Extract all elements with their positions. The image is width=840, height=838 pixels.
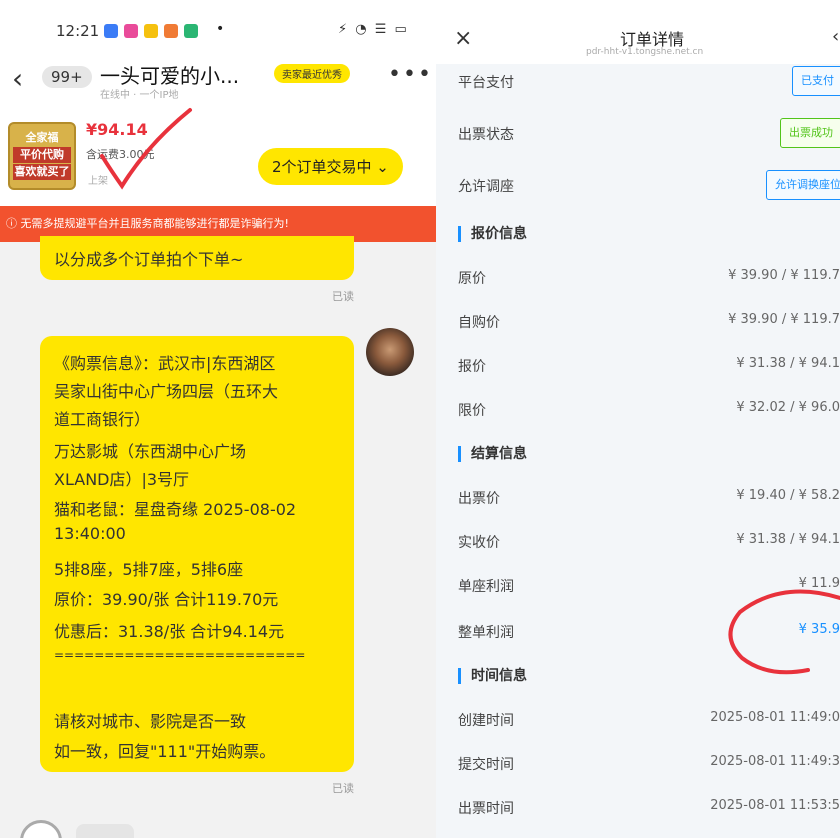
section-title: 结算信息 <box>458 446 527 462</box>
row-value: ¥ 31.38 / ¥ 94.1 <box>736 532 840 547</box>
detail-row: 出票价 ¥ 19.40 / ¥ 58.2 <box>436 476 840 520</box>
read-receipt: 已读 <box>332 290 354 303</box>
detail-row: 允许调座 允许调换座位 <box>436 164 840 208</box>
app-notification-icon <box>184 24 198 38</box>
detail-row: 原价 ¥ 39.90 / ¥ 119.7 <box>436 256 840 300</box>
row-label: 整单利润 <box>458 625 514 641</box>
message-bubble: 以分成多个订单拍个下单~ <box>40 236 354 280</box>
message-line: 《购票信息》：武汉市|东西湖区 <box>54 354 276 373</box>
circle-annotation-icon <box>728 589 840 675</box>
row-label: 限价 <box>458 403 486 419</box>
message-line: 如一致，回复"111"开始购票。 <box>54 742 276 761</box>
product-card[interactable]: 全家福 平价代购 喜欢就买了 ¥94.14 含运费3.00元 上架 2个订单交易… <box>0 110 436 206</box>
thumb-line: 喜欢就买了 <box>13 164 71 180</box>
chat-screen: 12:21 • ⚡ ◔ ☰ ▭ ‹ 99+ 一头可爱的小... 在线中 · 一个… <box>0 0 436 838</box>
read-receipt: 已读 <box>332 782 354 795</box>
ticket-status-badge: 出票成功 <box>780 118 840 148</box>
message-line: ========================= <box>54 648 306 662</box>
unread-badge[interactable]: 99+ <box>42 66 92 88</box>
message-line: 原价：39.90/张 合计119.70元 <box>54 590 279 609</box>
row-label: 出票价 <box>458 491 500 507</box>
chat-subtitle: 在线中 · 一个IP地 <box>100 90 179 101</box>
message-line: 13:40:00 <box>54 524 126 543</box>
row-label: 自购价 <box>458 315 500 331</box>
checkmark-annotation-icon <box>100 108 192 190</box>
app-notification-icon <box>164 24 178 38</box>
row-label: 平台支付 <box>458 75 514 91</box>
detail-row: 实收价 ¥ 31.38 / ¥ 94.1 <box>436 520 840 564</box>
product-thumbnail[interactable]: 全家福 平价代购 喜欢就买了 <box>8 122 76 190</box>
page-url: pdr-hht-v1.tongshe.net.cn <box>586 47 704 57</box>
row-label: 允许调座 <box>458 179 514 195</box>
nav-arrow-icon[interactable]: ‹ <box>832 26 839 47</box>
close-icon[interactable]: × <box>454 26 472 51</box>
message-line: 万达影城（东西湖中心广场 <box>54 442 247 461</box>
message-text: 以分成多个订单拍个下单~ <box>54 250 244 269</box>
detail-row: 提交时间 2025-08-01 11:49:3 <box>436 742 840 786</box>
row-label: 报价 <box>458 359 486 375</box>
message-line: 道工商银行） <box>54 410 151 429</box>
orders-in-progress-button[interactable]: 2个订单交易中 ⌄ <box>258 148 403 185</box>
order-detail-header: × 订单详情 pdr-hht-v1.tongshe.net.cn ‹ <box>436 0 840 64</box>
row-value: ¥ 32.02 / ¥ 96.0 <box>736 400 840 415</box>
detail-row: 自购价 ¥ 39.90 / ¥ 119.7 <box>436 300 840 344</box>
detail-row: 出票时间 2025-08-01 11:53:5 <box>436 786 840 830</box>
section-title: 报价信息 <box>458 226 527 242</box>
message-line: 请核对城市、影院是否一致 <box>54 712 247 731</box>
row-label: 原价 <box>458 271 486 287</box>
row-label: 创建时间 <box>458 713 514 729</box>
more-icon[interactable]: ••• <box>388 62 433 87</box>
detail-row: 创建时间 2025-08-01 11:49:0 <box>436 698 840 742</box>
chat-title: 一头可爱的小... <box>100 64 240 88</box>
row-value: ¥ 19.40 / ¥ 58.2 <box>736 488 840 503</box>
row-value: 2025-08-01 11:53:5 <box>710 798 840 813</box>
app-notification-icon <box>144 24 158 38</box>
message-bubble: 《购票信息》：武汉市|东西湖区 吴家山街中心广场四层（五环大 道工商银行） 万达… <box>40 336 354 772</box>
detail-row: 报价 ¥ 31.38 / ¥ 94.1 <box>436 344 840 388</box>
row-value: 2025-08-01 11:49:3 <box>710 754 840 769</box>
order-detail-screen: × 订单详情 pdr-hht-v1.tongshe.net.cn ‹ 平台支付 … <box>436 0 840 838</box>
seller-tag[interactable]: 卖家最近优秀 <box>274 64 350 83</box>
message-line: 吴家山街中心广场四层（五环大 <box>54 382 279 401</box>
row-label: 出票状态 <box>458 127 514 143</box>
thumb-line: 平价代购 <box>13 147 71 163</box>
voice-input-icon[interactable] <box>20 820 62 838</box>
row-value: ¥ 31.38 / ¥ 94.1 <box>736 356 840 371</box>
message-line: XLAND店）|3号厅 <box>54 470 190 489</box>
payment-status-badge: 已支付 <box>792 66 840 96</box>
row-label: 提交时间 <box>458 757 514 773</box>
seat-adjust-badge: 允许调换座位 <box>766 170 840 200</box>
section-title: 时间信息 <box>458 668 527 684</box>
row-value: ¥ 39.90 / ¥ 119.7 <box>728 312 840 327</box>
detail-row: 平台支付 已支付 <box>436 60 840 104</box>
message-line: 优惠后：31.38/张 合计94.14元 <box>54 622 285 641</box>
status-dot: • <box>216 21 225 37</box>
row-value: 2025-08-01 11:49:0 <box>710 710 840 725</box>
chat-header: ‹ 99+ 一头可爱的小... 在线中 · 一个IP地 卖家最近优秀 ••• <box>0 50 436 110</box>
app-notification-icon <box>104 24 118 38</box>
input-pill[interactable] <box>76 824 134 838</box>
row-label: 单座利润 <box>458 579 514 595</box>
status-time: 12:21 <box>56 22 100 40</box>
message-line: 猫和老鼠：星盘奇缘 2025-08-02 <box>54 500 297 519</box>
row-value: ¥ 39.90 / ¥ 119.7 <box>728 268 840 283</box>
row-label: 实收价 <box>458 535 500 551</box>
detail-row: 限价 ¥ 32.02 / ¥ 96.0 <box>436 388 840 432</box>
thumb-line: 全家福 <box>25 131 59 144</box>
row-label: 出票时间 <box>458 801 514 817</box>
detail-row: 出票状态 出票成功 <box>436 112 840 156</box>
message-line: 5排8座，5排7座，5排6座 <box>54 560 244 579</box>
avatar[interactable] <box>366 328 414 376</box>
app-notification-icon <box>124 24 138 38</box>
notification-icons <box>104 24 198 38</box>
back-arrow-icon[interactable]: ‹ <box>12 62 23 95</box>
system-status-icons: ⚡ ◔ ☰ ▭ <box>338 22 409 37</box>
